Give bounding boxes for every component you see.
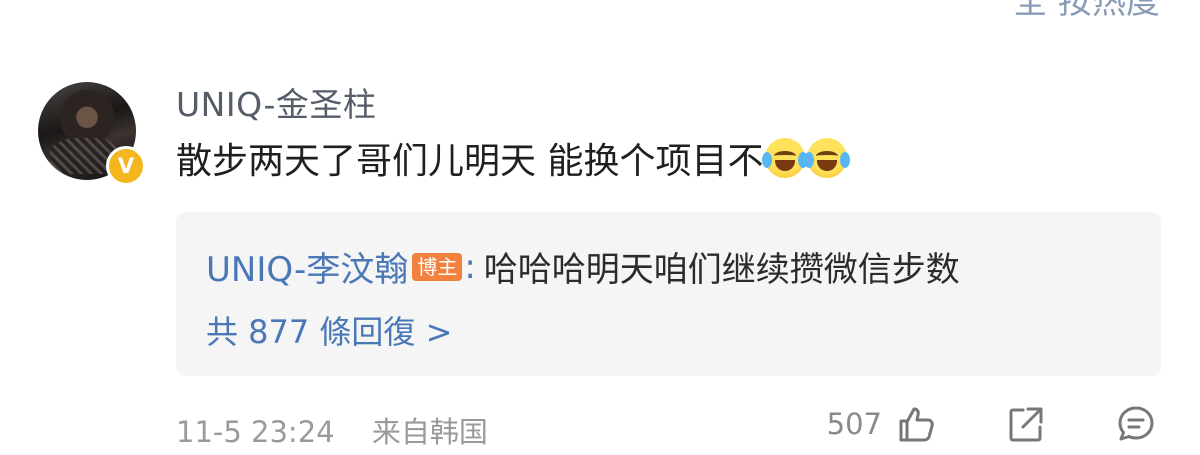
comment-meta: 11-5 23:24 来自韩国 [176,409,516,451]
reply-content: 哈哈哈明天咱们继续攒微信步数 [483,250,960,290]
share-icon[interactable] [1002,400,1050,448]
laughing-crying-emoji-icon [762,138,809,178]
reply-author[interactable]: UNIQ-李汶翰 [206,242,408,291]
comment-actions: 507 [827,400,1160,448]
reply-colon: : [464,246,476,287]
author-badge: 博主 [412,252,463,281]
comment-icon[interactable] [1112,400,1160,448]
view-replies-link[interactable]: 共 877 條回復 > [206,307,452,353]
comment-body: 散步两天了哥们儿明天 能换个项目不 [176,132,851,184]
comment-timestamp: 11-5 23:24 [176,415,335,449]
comment-username[interactable]: UNIQ-金圣柱 [176,78,376,126]
comment-text: 散步两天了哥们儿明天 能换个项目不 [176,141,764,182]
verified-badge: V [106,146,146,186]
reply-preview-box[interactable]: UNIQ-李汶翰 博主 : 哈哈哈明天咱们继续攒微信步数 共 877 條回復 > [176,212,1161,376]
laughing-crying-emoji-icon [804,138,851,178]
thumbs-up-icon[interactable] [892,400,940,448]
like-count: 507 [826,407,882,441]
comment-card: V UNIQ-金圣柱 散步两天了哥们儿明天 能换个项目不 UNIQ-李汶翰 博主… [0,0,1200,455]
reply-preview-line: UNIQ-李汶翰 博主 : 哈哈哈明天咱们继续攒微信步数 [206,242,960,291]
comment-source: 来自韩国 [371,415,488,449]
